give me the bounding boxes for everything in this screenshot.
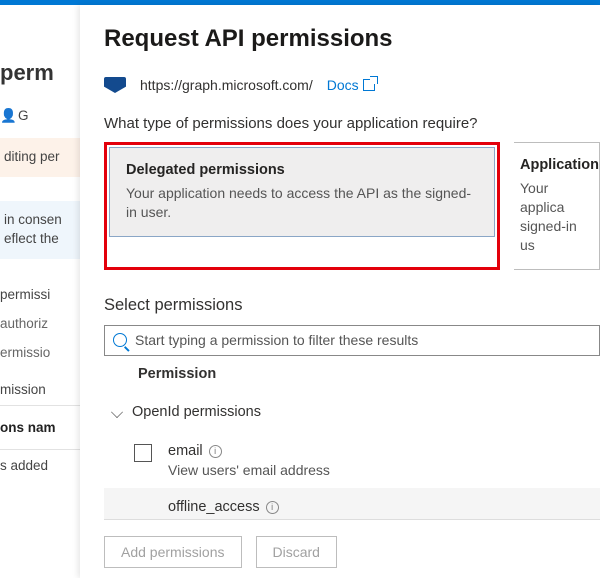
search-icon xyxy=(113,333,127,347)
bg-sec2: mission xyxy=(0,374,80,406)
info-icon[interactable]: i xyxy=(209,445,222,458)
select-permissions-label: Select permissions xyxy=(104,296,600,315)
docs-link[interactable]: Docs xyxy=(327,77,375,93)
application-title: Application xyxy=(520,157,583,173)
add-permissions-button[interactable]: Add permissions xyxy=(104,536,242,568)
application-permissions-card[interactable]: Application Your applica signed-in us xyxy=(514,142,600,270)
bg-sec1: permissi xyxy=(0,279,80,310)
highlight-annotation: Delegated permissions Your application n… xyxy=(104,142,500,270)
permission-search[interactable] xyxy=(104,325,600,357)
bg-sec3: ons nam xyxy=(0,412,80,443)
info-icon[interactable]: i xyxy=(266,501,279,514)
openid-group-label: OpenId permissions xyxy=(132,404,261,420)
bg-sec4: s added xyxy=(0,449,80,481)
permission-name: offline_access xyxy=(168,499,260,515)
application-desc-l2: signed-in us xyxy=(520,217,583,255)
permission-desc: View users' email address xyxy=(168,462,330,478)
discard-button[interactable]: Discard xyxy=(256,536,337,568)
request-api-permissions-panel: Request API permissions https://graph.mi… xyxy=(80,5,600,578)
delegated-desc: Your application needs to access the API… xyxy=(126,184,478,222)
column-header-permission: Permission xyxy=(104,356,600,392)
graph-api-icon xyxy=(104,77,126,93)
chevron-down-icon xyxy=(111,406,123,418)
permission-row-email[interactable]: email i View users' email address xyxy=(104,432,600,488)
permission-type-question: What type of permissions does your appli… xyxy=(104,115,600,132)
bg-guide-row: 👤G xyxy=(0,100,80,132)
bg-editing-banner: diting per xyxy=(0,138,80,177)
external-link-icon xyxy=(363,79,375,91)
docs-link-label: Docs xyxy=(327,77,359,93)
application-desc-l1: Your applica xyxy=(520,179,583,217)
delegated-title: Delegated permissions xyxy=(126,162,478,178)
panel-title: Request API permissions xyxy=(104,25,600,53)
bg-consent-banner: in consen eflect the xyxy=(0,201,80,259)
permission-checkbox-email[interactable] xyxy=(134,444,152,462)
api-url: https://graph.microsoft.com/ xyxy=(140,77,313,93)
bg-sec1-l2: ermissio xyxy=(0,345,80,368)
permission-name: email xyxy=(168,443,203,459)
bg-sec1-l1: authoriz xyxy=(0,316,80,339)
permission-row-offline-access[interactable]: offline_access i xyxy=(104,488,600,519)
bg-title: perm xyxy=(0,60,80,94)
delegated-permissions-card[interactable]: Delegated permissions Your application n… xyxy=(109,147,495,237)
user-icon: 👤 xyxy=(0,108,16,124)
permission-search-input[interactable] xyxy=(135,332,591,348)
openid-permissions-group[interactable]: OpenId permissions xyxy=(104,392,600,432)
